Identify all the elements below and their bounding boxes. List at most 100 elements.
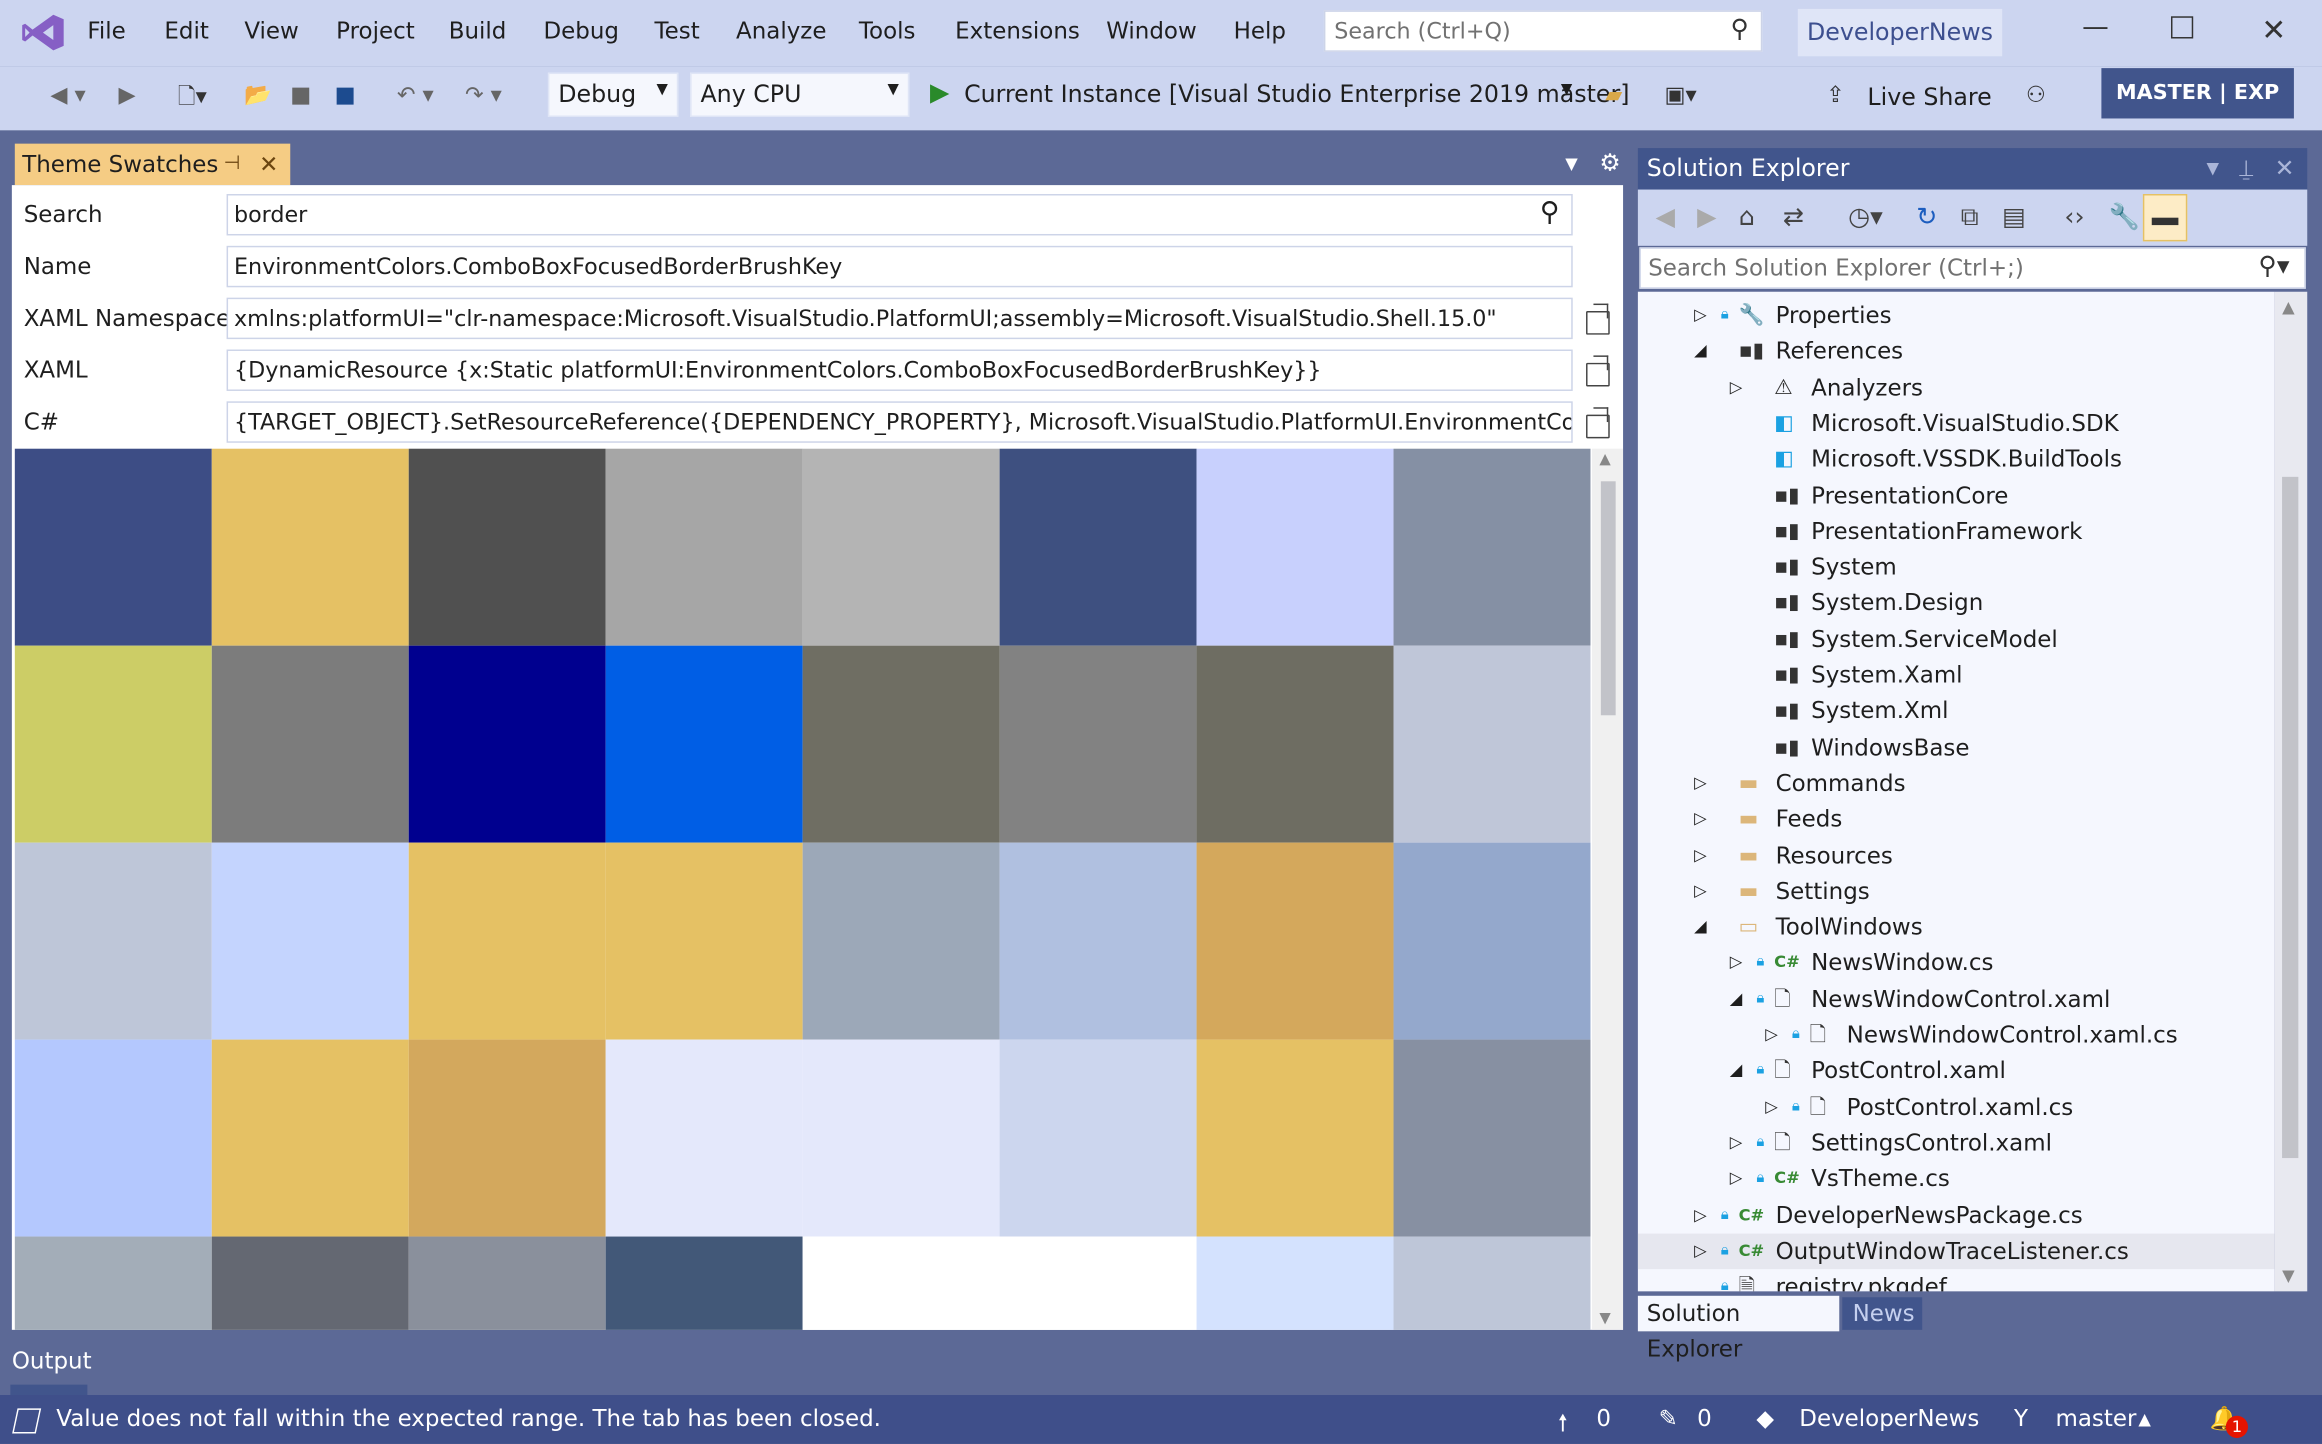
- tab-theme-swatches[interactable]: Theme Swatches ⊣ ✕: [14, 143, 291, 186]
- menu-test[interactable]: Test: [655, 18, 700, 45]
- tree-item[interactable]: ▷ ▬ Feeds: [1638, 801, 2275, 837]
- color-swatch[interactable]: [605, 842, 803, 1040]
- close-tab-icon[interactable]: ✕: [259, 144, 278, 185]
- switch-views-icon[interactable]: ⇄: [1783, 203, 1804, 233]
- color-swatch[interactable]: [211, 842, 409, 1040]
- tree-item[interactable]: ▷ 🔒︎ 🗋 SettingsControl.xaml: [1638, 1125, 2275, 1161]
- color-swatch[interactable]: [14, 1039, 212, 1237]
- refresh-icon[interactable]: ↻: [1916, 203, 1937, 233]
- xaml-namespace-field[interactable]: xmlns:platformUI="clr-namespace:Microsof…: [226, 297, 1573, 340]
- collapsed-arrow-icon[interactable]: ▷: [1694, 801, 1707, 837]
- tree-item[interactable]: ▪▮ System.ServiceModel: [1638, 622, 2275, 658]
- vertical-scrollbar[interactable]: ▲ ▼: [1591, 448, 1624, 1330]
- redo-icon[interactable]: ↷ ▾: [465, 81, 502, 108]
- output-tab[interactable]: Output: [12, 1348, 92, 1375]
- preview-selected-items-button[interactable]: [2142, 193, 2188, 242]
- color-swatch[interactable]: [408, 1236, 606, 1330]
- open-file-icon[interactable]: 📂: [244, 81, 272, 108]
- tree-item[interactable]: ◧ Microsoft.VSSDK.BuildTools: [1638, 442, 2275, 478]
- color-swatch[interactable]: [211, 645, 409, 843]
- expanded-arrow-icon[interactable]: ◢: [1730, 1053, 1743, 1089]
- scrollbar-thumb[interactable]: [2282, 476, 2299, 1159]
- color-swatch[interactable]: [408, 842, 606, 1040]
- start-debugging-icon[interactable]: ▶: [930, 78, 949, 108]
- tree-item[interactable]: ▪▮ System.Design: [1638, 586, 2275, 622]
- tree-item[interactable]: ◢ ▪▮ References: [1638, 334, 2275, 370]
- collapsed-arrow-icon[interactable]: ▷: [1694, 298, 1707, 334]
- color-swatch[interactable]: [999, 1236, 1197, 1330]
- copy-icon[interactable]: [1586, 407, 1610, 439]
- save-all-icon[interactable]: ■: [335, 81, 356, 108]
- tree-item[interactable]: ▷ ▬ Resources: [1638, 837, 2275, 873]
- tree-item[interactable]: ▷ 🔒︎ C# VsTheme.cs: [1638, 1161, 2275, 1197]
- tree-item[interactable]: ▪▮ PresentationFramework: [1638, 514, 2275, 550]
- tab-news[interactable]: News: [1842, 1297, 1923, 1330]
- tree-item[interactable]: ▷ 🔒︎ 🗋 PostControl.xaml.cs: [1638, 1089, 2275, 1125]
- tree-item[interactable]: ▪▮ System: [1638, 550, 2275, 586]
- feedback-icon[interactable]: ⚇: [2026, 81, 2046, 108]
- menu-debug[interactable]: Debug: [543, 18, 619, 45]
- color-swatch[interactable]: [1196, 1039, 1394, 1237]
- tree-item[interactable]: ▷ 🔒︎ C# DeveloperNewsPackage.cs: [1638, 1197, 2275, 1233]
- scrollbar-thumb[interactable]: [1600, 481, 1616, 716]
- menu-file[interactable]: File: [87, 18, 125, 45]
- color-swatch[interactable]: [1196, 1236, 1394, 1330]
- name-field[interactable]: EnvironmentColors.ComboBoxFocusedBorderB…: [226, 245, 1573, 288]
- color-swatch[interactable]: [999, 448, 1197, 646]
- collapsed-arrow-icon[interactable]: ▷: [1694, 873, 1707, 909]
- color-swatch[interactable]: [802, 645, 1000, 843]
- collapsed-arrow-icon[interactable]: ▷: [1694, 765, 1707, 801]
- search-input[interactable]: Search (Ctrl+Q) ⚲: [1323, 10, 1763, 52]
- tree-item[interactable]: ▷ ▬ Commands: [1638, 765, 2275, 801]
- close-window-button[interactable]: ✕: [2261, 12, 2286, 48]
- solution-explorer-search-input[interactable]: Search Solution Explorer (Ctrl+;) ⚲▾: [1639, 247, 2306, 289]
- properties-wrench-icon[interactable]: 🔧: [2109, 203, 2140, 233]
- tree-item[interactable]: ▷ 🔒︎ C# NewsWindow.cs: [1638, 945, 2275, 981]
- color-swatch[interactable]: [408, 645, 606, 843]
- menu-tools[interactable]: Tools: [859, 18, 916, 45]
- color-swatch[interactable]: [1393, 1236, 1591, 1330]
- layout-icon[interactable]: ▣▾: [1665, 81, 1697, 108]
- pin-icon[interactable]: ⍊: [2239, 148, 2253, 189]
- color-swatch[interactable]: [802, 448, 1000, 646]
- color-swatch[interactable]: [14, 1236, 212, 1330]
- color-swatch[interactable]: [1393, 1039, 1591, 1237]
- navigate-back-icon[interactable]: ◀ ▾: [50, 81, 85, 108]
- save-icon[interactable]: ■: [290, 81, 311, 108]
- color-swatch[interactable]: [605, 645, 803, 843]
- color-swatch[interactable]: [408, 448, 606, 646]
- scroll-down-icon[interactable]: ▼: [2282, 1266, 2295, 1285]
- color-swatch[interactable]: [1196, 645, 1394, 843]
- collapsed-arrow-icon[interactable]: ▷: [1694, 1197, 1707, 1233]
- home-icon[interactable]: ⌂: [1739, 203, 1755, 233]
- pending-changes-filter-icon[interactable]: ◷▾: [1848, 203, 1883, 233]
- tree-item[interactable]: ▷ ⚠ Analyzers: [1638, 370, 2275, 406]
- tree-item[interactable]: 🔒︎ 🗎 registry.pkgdef: [1638, 1269, 2275, 1292]
- color-swatch[interactable]: [14, 448, 212, 646]
- tab-overflow-icon[interactable]: ▼: [1565, 154, 1578, 173]
- tree-item[interactable]: ▷ ▬ Settings: [1638, 873, 2275, 909]
- show-all-files-icon[interactable]: ▤: [2002, 203, 2026, 233]
- collapsed-arrow-icon[interactable]: ▷: [1765, 1017, 1778, 1053]
- collapsed-arrow-icon[interactable]: ▷: [1694, 837, 1707, 873]
- pin-icon[interactable]: ⊣: [224, 144, 241, 185]
- gear-icon[interactable]: ⚙: [1599, 148, 1620, 176]
- undo-icon[interactable]: ↶ ▾: [397, 81, 434, 108]
- expanded-arrow-icon[interactable]: ◢: [1694, 909, 1707, 945]
- color-swatch[interactable]: [802, 1236, 1000, 1330]
- menu-extensions[interactable]: Extensions: [955, 18, 1080, 45]
- tab-solution-explorer[interactable]: Solution Explorer: [1637, 1295, 1840, 1362]
- pending-changes-count[interactable]: 0: [1697, 1405, 1712, 1432]
- color-swatch[interactable]: [211, 448, 409, 646]
- color-swatch[interactable]: [802, 842, 1000, 1040]
- platform-dropdown[interactable]: Any CPU ▼: [690, 72, 910, 117]
- navigate-forward-icon[interactable]: ▶: [118, 81, 135, 108]
- color-swatch[interactable]: [14, 842, 212, 1040]
- color-swatch[interactable]: [999, 842, 1197, 1040]
- expanded-arrow-icon[interactable]: ◢: [1694, 334, 1707, 370]
- scroll-down-icon[interactable]: ▼: [1599, 1311, 1610, 1327]
- tree-scrollbar[interactable]: ▲ ▼: [2274, 291, 2308, 1292]
- color-swatch[interactable]: [211, 1236, 409, 1330]
- configuration-dropdown[interactable]: Debug ▼: [547, 72, 679, 117]
- start-debugging-button[interactable]: Current Instance [Visual Studio Enterpri…: [964, 80, 1629, 108]
